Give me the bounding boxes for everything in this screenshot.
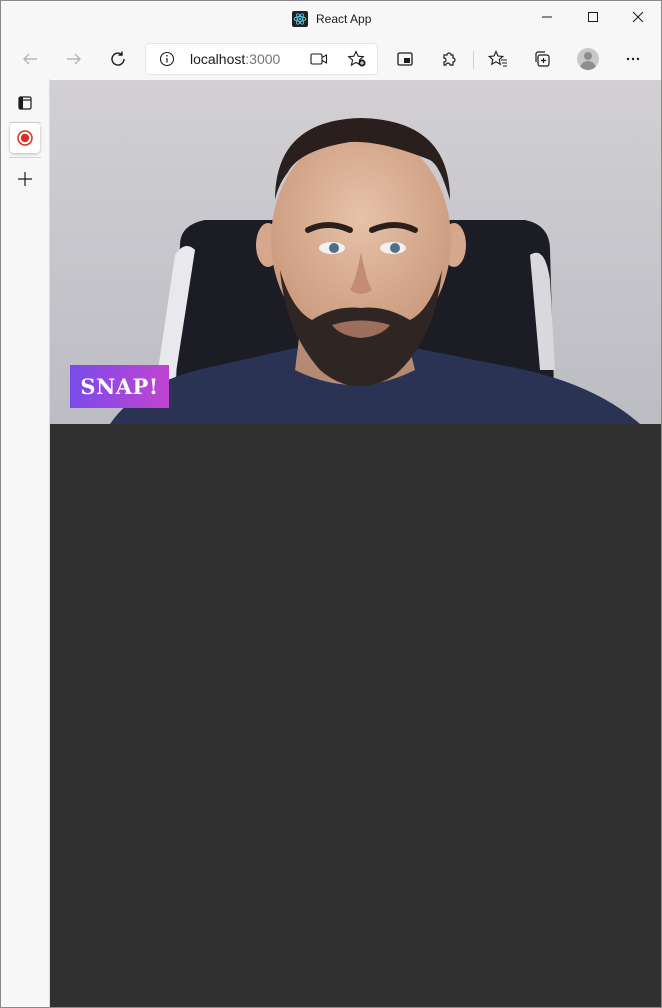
forward-button[interactable] [58,43,90,75]
url-host: localhost [190,51,246,67]
address-bar[interactable]: localhost:3000 [146,44,377,74]
close-button[interactable] [615,1,661,33]
page-content: SNAP! [50,80,661,1007]
tab-actions-icon [18,96,32,110]
picture-in-picture-button[interactable] [389,43,421,75]
close-icon [632,11,644,23]
back-icon [23,53,37,65]
url-text[interactable]: localhost:3000 [190,51,280,67]
maximize-button[interactable] [570,1,616,33]
title-bar: React App [1,1,661,39]
new-tab-button[interactable] [10,164,40,194]
back-button[interactable] [14,43,46,75]
refresh-button[interactable] [102,43,134,75]
window-title: React App [316,12,372,26]
extensions-button[interactable] [433,43,465,75]
profile-icon-body [580,61,596,70]
camera-in-use-icon[interactable] [310,52,328,66]
site-info-icon[interactable] [159,51,175,67]
add-favorite-icon[interactable] [347,50,367,68]
maximize-icon [588,12,598,22]
vertical-tab-strip [1,79,50,1007]
react-logo-icon [292,11,308,27]
browser-toolbar: localhost:3000 [1,39,661,79]
more-icon [626,57,640,61]
favorites-icon [488,50,507,67]
refresh-icon [111,51,125,66]
picture-in-picture-icon [397,52,413,66]
collections-button[interactable] [526,43,558,75]
extensions-icon [443,52,456,66]
minimize-button[interactable] [524,1,570,33]
more-button[interactable] [617,43,649,75]
sidebar-divider [9,157,41,158]
webcam-video-feed: SNAP! [50,80,661,424]
profile-avatar[interactable] [577,48,599,70]
new-tab-icon [18,172,32,186]
recording-tab-icon [17,130,33,146]
minimize-icon [542,16,552,18]
favorites-button[interactable] [482,43,514,75]
collections-icon [535,51,550,67]
window-title-area: React App [292,11,371,27]
url-port: :3000 [245,51,281,67]
active-tab[interactable] [10,123,40,153]
snap-button[interactable]: SNAP! [70,365,169,408]
tab-actions-button[interactable] [10,88,40,118]
toolbar-separator [473,51,474,69]
profile-icon [584,52,592,60]
browser-window: React App localhost:3000 SNAP! [0,0,662,1008]
forward-icon [67,53,81,65]
